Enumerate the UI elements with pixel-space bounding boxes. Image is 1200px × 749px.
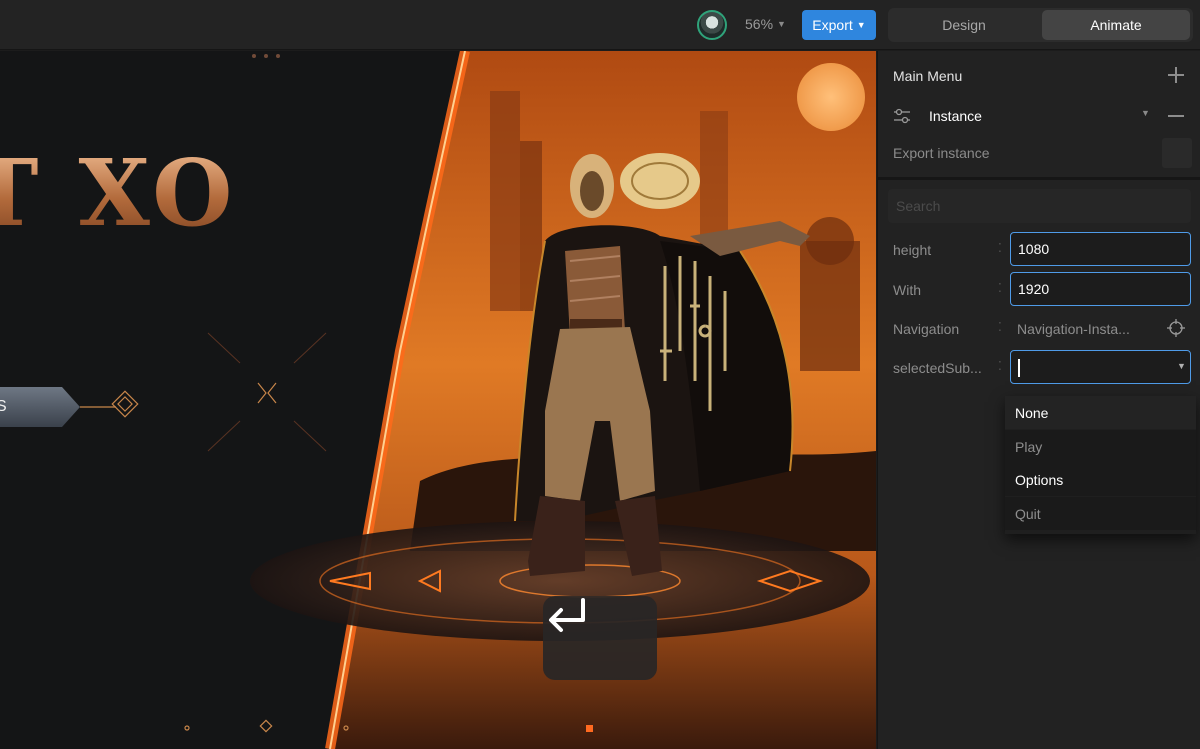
tab-animate[interactable]: Animate (1042, 10, 1190, 40)
chevron-down-icon: ▼ (777, 19, 786, 29)
property-separator: ⁚ (998, 281, 1002, 295)
return-arrow-icon (549, 598, 585, 632)
properties-panel: Main Menu Instance ▼ Export instance hei… (877, 51, 1200, 749)
plus-icon[interactable] (1168, 67, 1184, 83)
panel-divider (878, 177, 1200, 180)
export-button[interactable]: Export ▼ (802, 10, 876, 40)
selected-sub-select[interactable]: ▼ (1010, 350, 1191, 384)
game-title-text: T XO (0, 139, 236, 247)
search-input[interactable] (888, 189, 1191, 223)
instance-label: Instance (929, 108, 982, 124)
chevron-down-icon[interactable]: ▼ (1141, 108, 1150, 118)
minus-icon[interactable] (1168, 115, 1184, 117)
zoom-level: 56% (745, 16, 774, 32)
export-button-label: Export (812, 17, 853, 33)
width-input[interactable] (1010, 272, 1191, 306)
export-instance-label: Export instance (893, 145, 990, 161)
tab-design[interactable]: Design (890, 10, 1038, 40)
artboard-canvas[interactable]: T XO S (0, 51, 876, 749)
export-instance-toggle[interactable] (1162, 138, 1192, 168)
mode-toggle: Design Animate (888, 8, 1193, 42)
return-button[interactable] (543, 596, 657, 680)
navigation-value[interactable]: Navigation-Insta... (1017, 321, 1130, 337)
chevron-down-icon: ▼ (1177, 361, 1186, 371)
text-caret (1018, 359, 1020, 377)
app-window: 56% ▼ Export ▼ Design Animate T XO S Mai… (0, 0, 1200, 749)
instance-row[interactable]: Instance ▼ (893, 106, 1193, 126)
property-label-height: height (893, 242, 932, 258)
property-separator: ⁚ (998, 320, 1002, 334)
dropdown-menu: None Play Options Quit (1005, 396, 1196, 534)
dropdown-option-none[interactable]: None (1005, 396, 1196, 429)
dropdown-option-quit[interactable]: Quit (1005, 497, 1196, 530)
top-toolbar: 56% ▼ Export ▼ Design Animate (0, 0, 1200, 50)
height-input[interactable] (1010, 232, 1191, 266)
dropdown-option-options[interactable]: Options (1005, 463, 1196, 496)
chevron-down-icon: ▼ (856, 20, 866, 30)
target-icon[interactable] (1167, 319, 1185, 337)
property-separator: ⁚ (998, 241, 1002, 255)
property-label-width: With (893, 282, 921, 298)
section-title: Main Menu (893, 68, 963, 84)
sliders-icon (894, 108, 910, 124)
property-separator: ⁚ (998, 359, 1002, 373)
user-avatar[interactable] (697, 10, 727, 40)
dropdown-option-play[interactable]: Play (1005, 430, 1196, 463)
game-menu-button-label: S (0, 398, 7, 415)
zoom-control[interactable]: 56% ▼ (745, 16, 786, 32)
property-label-selected-sub: selectedSub... (893, 360, 982, 376)
property-label-navigation: Navigation (893, 321, 960, 337)
